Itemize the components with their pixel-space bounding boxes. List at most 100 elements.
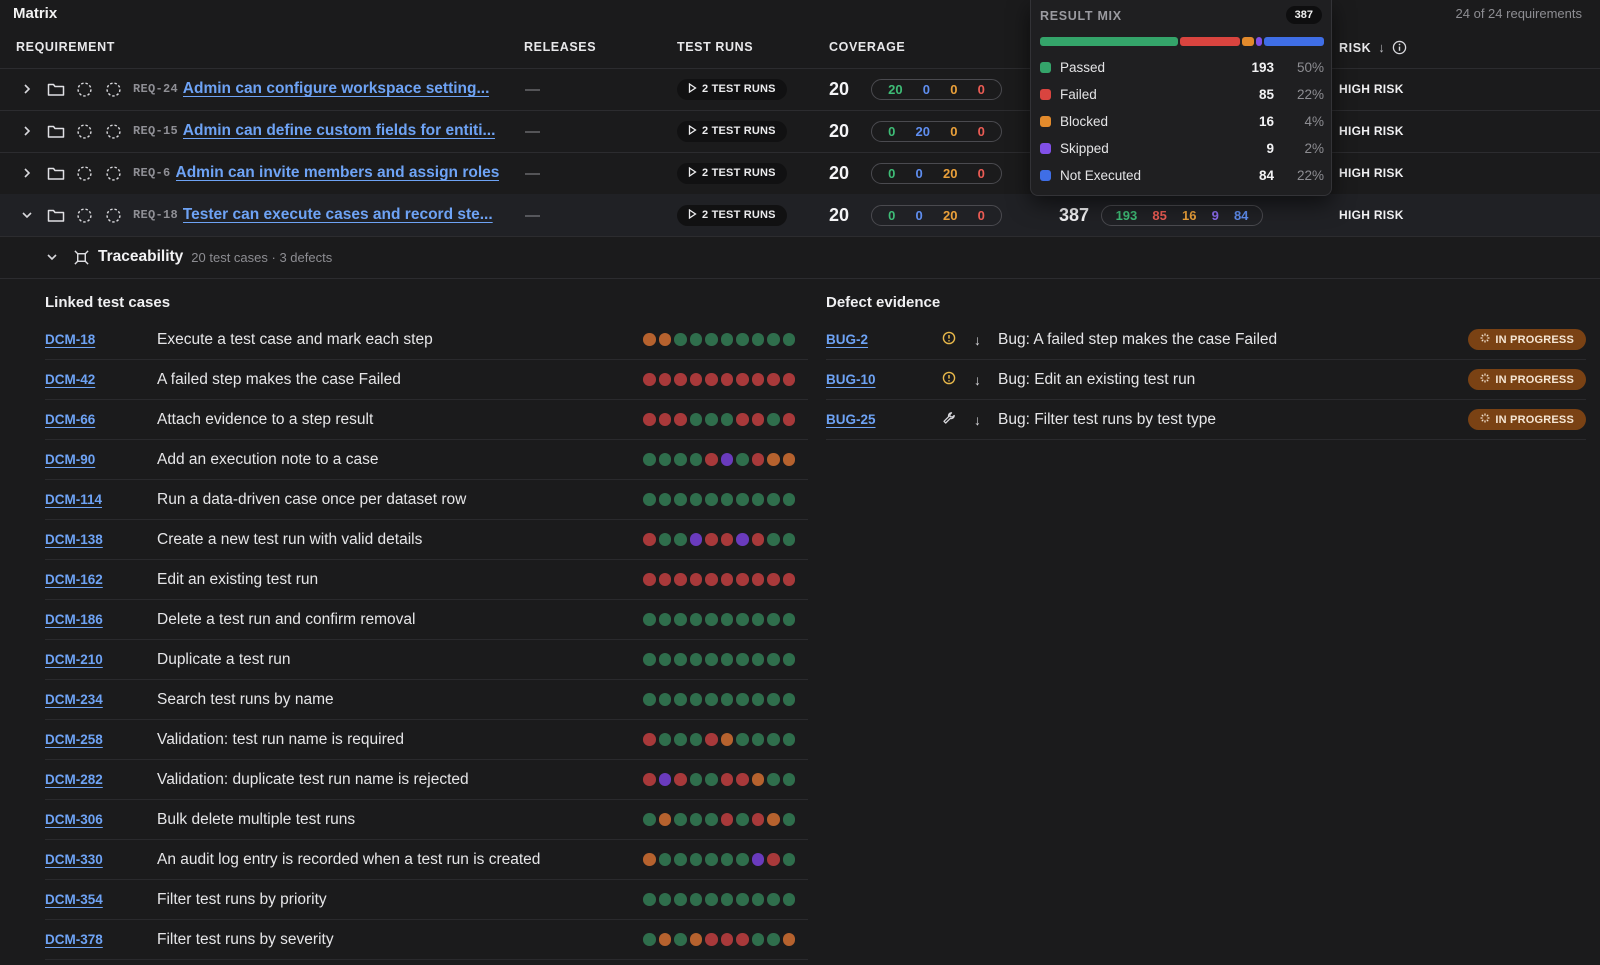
progress-circle-icon[interactable] — [105, 165, 122, 182]
requirement-title-link[interactable]: Admin can invite members and assign role… — [176, 164, 500, 182]
linked-test-case-row[interactable]: DCM-354 Filter test runs by priority — [45, 880, 808, 920]
requirement-title-link[interactable]: Admin can define custom fields for entit… — [183, 122, 496, 140]
test-case-name: Create a new test run with valid details — [157, 530, 423, 548]
coverage-count: 20 — [942, 165, 958, 181]
defect-id-link[interactable]: BUG-10 — [826, 372, 876, 387]
test-case-id-link[interactable]: DCM-258 — [45, 732, 103, 747]
defect-id-link[interactable]: BUG-25 — [826, 412, 876, 427]
defect-id-link[interactable]: BUG-2 — [826, 332, 868, 347]
result-mix-legend-row: Skipped 9 2% — [1040, 135, 1324, 162]
linked-test-case-row[interactable]: DCM-210 Duplicate a test run — [45, 640, 808, 680]
chevron-right-icon[interactable] — [21, 125, 33, 137]
linked-test-case-row[interactable]: DCM-378 Filter test runs by severity — [45, 920, 808, 960]
linked-test-case-row[interactable]: DCM-162 Edit an existing test run — [45, 560, 808, 600]
test-case-id-link[interactable]: DCM-114 — [45, 492, 102, 507]
test-runs-button[interactable]: 2 TEST RUNS — [677, 162, 787, 184]
test-runs-button[interactable]: 2 TEST RUNS — [677, 120, 787, 142]
chevron-right-icon[interactable] — [21, 167, 33, 179]
progress-circle-icon[interactable] — [105, 81, 122, 98]
linked-test-case-row[interactable]: DCM-18 Execute a test case and mark each … — [45, 320, 808, 360]
column-header-test-runs[interactable]: TEST RUNS — [677, 40, 753, 54]
execution-result-dot — [767, 853, 780, 866]
execution-result-dot — [736, 653, 749, 666]
column-header-requirement[interactable]: REQUIREMENT — [16, 40, 115, 54]
linked-test-case-row[interactable]: DCM-258 Validation: test run name is requ… — [45, 720, 808, 760]
execution-result-dot — [720, 493, 733, 506]
test-case-id-link[interactable]: DCM-306 — [45, 812, 103, 827]
folder-icon[interactable] — [47, 81, 65, 97]
column-header-risk[interactable]: RISK ↓ — [1339, 40, 1407, 55]
defect-row[interactable]: BUG-25 ↓ Bug: Filter test runs by test typ… — [826, 400, 1586, 440]
execution-result-dot — [674, 453, 687, 466]
linked-test-case-row[interactable]: DCM-114 Run a data-driven case once per d… — [45, 480, 808, 520]
folder-icon[interactable] — [47, 123, 65, 139]
test-case-id-link[interactable]: DCM-354 — [45, 892, 103, 907]
execution-history-dots — [643, 733, 795, 746]
linked-test-case-row[interactable]: DCM-186 Delete a test run and confirm rem… — [45, 600, 808, 640]
test-case-id-link[interactable]: DCM-90 — [45, 452, 95, 467]
execution-history-dots — [643, 813, 795, 826]
folder-icon[interactable] — [47, 165, 65, 181]
requirement-row[interactable]: REQ-18 Tester can execute cases and recor… — [0, 194, 1600, 236]
requirement-row[interactable]: REQ-24 Admin can configure workspace sett… — [0, 68, 1600, 110]
defect-row[interactable]: BUG-2 ↓ Bug: A failed step makes the case … — [826, 320, 1586, 360]
test-runs-button[interactable]: 2 TEST RUNS — [677, 78, 787, 100]
progress-circle-icon[interactable] — [105, 207, 122, 224]
linked-test-case-row[interactable]: DCM-234 Search test runs by name — [45, 680, 808, 720]
test-case-id-link[interactable]: DCM-234 — [45, 692, 103, 707]
execution-result-dot — [720, 693, 733, 706]
chevron-right-icon[interactable] — [21, 83, 33, 95]
linked-test-case-row[interactable]: DCM-330 An audit log entry is recorded wh… — [45, 840, 808, 880]
play-icon — [688, 208, 697, 222]
requirement-title-link[interactable]: Admin can configure workspace setting... — [183, 80, 490, 98]
test-case-id-link[interactable]: DCM-378 — [45, 932, 103, 947]
linked-test-case-row[interactable]: DCM-282 Validation: duplicate test run na… — [45, 760, 808, 800]
test-case-id-link[interactable]: DCM-162 — [45, 572, 103, 587]
linked-test-case-row[interactable]: DCM-138 Create a new test run with valid … — [45, 520, 808, 560]
test-case-id-link[interactable]: DCM-282 — [45, 772, 103, 787]
execution-result-dot — [643, 733, 656, 746]
linked-test-cases-heading: Linked test cases — [45, 294, 171, 311]
test-runs-button[interactable]: 2 TEST RUNS — [677, 204, 787, 226]
status-circle-icon[interactable] — [76, 81, 93, 98]
sort-down-icon[interactable]: ↓ — [1378, 40, 1385, 55]
test-case-id-link[interactable]: DCM-42 — [45, 372, 95, 387]
requirement-title-link[interactable]: Tester can execute cases and record ste.… — [183, 206, 493, 224]
linked-test-case-row[interactable]: DCM-90 Add an execution note to a case — [45, 440, 808, 480]
result-mix-segment — [1040, 37, 1178, 46]
folder-icon[interactable] — [47, 207, 65, 223]
requirement-row[interactable]: REQ-6 Admin can invite members and assign… — [0, 152, 1600, 194]
defect-row[interactable]: BUG-10 ↓ Bug: Edit an existing test run IN … — [826, 360, 1586, 400]
linked-test-case-row[interactable]: DCM-306 Bulk delete multiple test runs — [45, 800, 808, 840]
status-circle-icon[interactable] — [76, 165, 93, 182]
status-circle-icon[interactable] — [76, 207, 93, 224]
linked-test-case-row[interactable]: DCM-42 A failed step makes the case Faile… — [45, 360, 808, 400]
execution-result-dot — [736, 413, 749, 426]
test-case-id-link[interactable]: DCM-186 — [45, 612, 103, 627]
test-case-id-link[interactable]: DCM-330 — [45, 852, 103, 867]
legend-swatch — [1040, 62, 1051, 73]
test-case-name: Add an execution note to a case — [157, 450, 379, 468]
test-case-id-link[interactable]: DCM-18 — [45, 332, 95, 347]
info-icon[interactable] — [1392, 40, 1407, 55]
coverage-count: 0 — [950, 81, 958, 97]
chevron-down-icon[interactable] — [45, 250, 59, 264]
requirement-row[interactable]: REQ-15 Admin can define custom fields for… — [0, 110, 1600, 152]
defect-evidence-heading: Defect evidence — [826, 294, 941, 311]
test-case-id-link[interactable]: DCM-138 — [45, 532, 103, 547]
progress-circle-icon[interactable] — [105, 123, 122, 140]
coverage-count: 0 — [915, 165, 923, 181]
column-header-coverage[interactable]: COVERAGE — [829, 40, 905, 54]
test-case-id-link[interactable]: DCM-210 — [45, 652, 103, 667]
linked-test-case-row[interactable]: DCM-66 Attach evidence to a step result — [45, 400, 808, 440]
column-header-releases[interactable]: RELEASES — [524, 40, 596, 54]
test-case-id-link[interactable]: DCM-66 — [45, 412, 95, 427]
traceability-section[interactable]: Traceability 20 test cases · 3 defects — [45, 248, 332, 266]
execution-result-dot — [751, 333, 764, 346]
status-circle-icon[interactable] — [76, 123, 93, 140]
execution-result-dot — [643, 773, 656, 786]
execution-result-dot — [674, 493, 687, 506]
legend-count: 85 — [1258, 87, 1274, 102]
chevron-down-icon[interactable] — [21, 209, 33, 221]
execution-result-dot — [689, 453, 702, 466]
